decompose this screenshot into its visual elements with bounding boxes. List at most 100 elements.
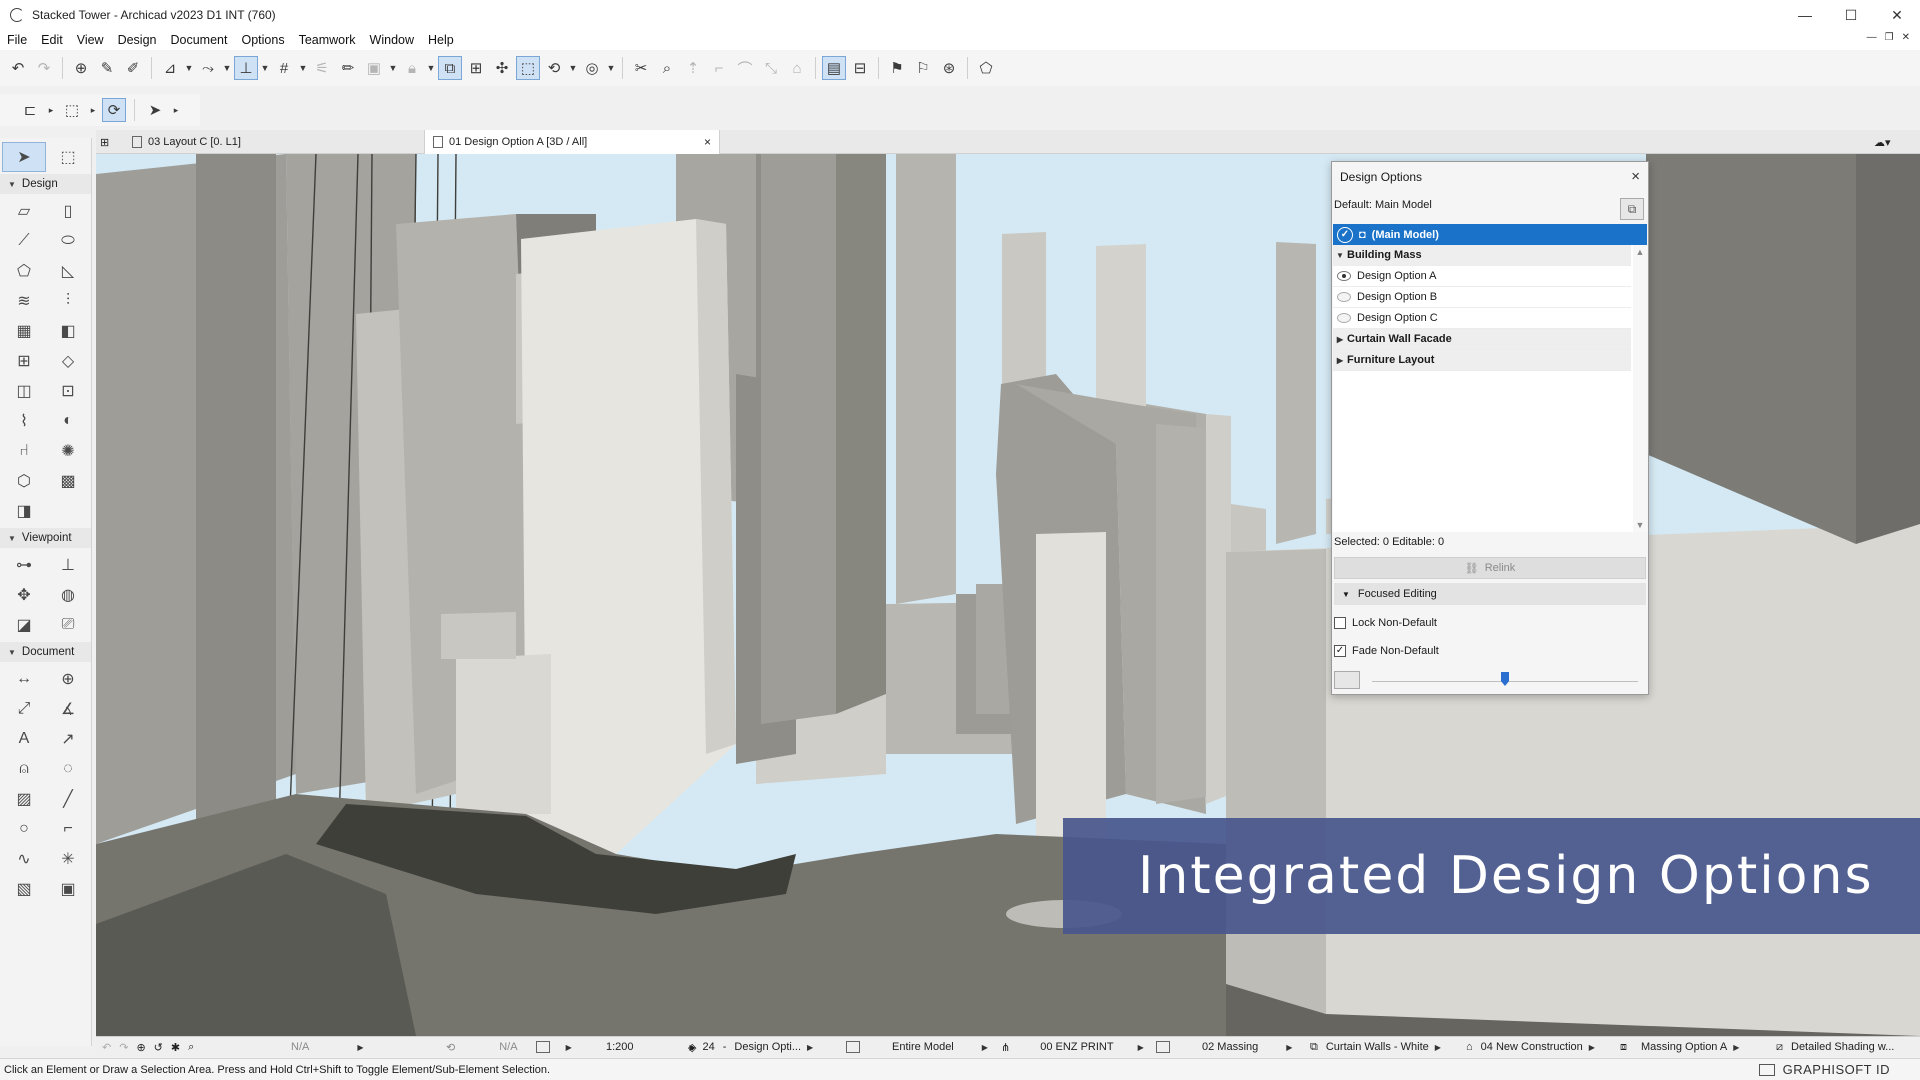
scroll-up-icon[interactable]: ▲	[1633, 247, 1647, 257]
toolbox-section-design[interactable]: ▼ Design	[0, 174, 91, 194]
menu-design[interactable]: Design	[111, 33, 164, 47]
mesh-tool-icon[interactable]: ⌇	[2, 406, 46, 436]
layer-settings-icon[interactable]: ▤	[822, 56, 846, 80]
option-set-curtain-wall-facade[interactable]: ▶ Curtain Wall Facade	[1333, 329, 1631, 350]
curtain-wall-tool-icon[interactable]: ▦	[2, 316, 46, 346]
minimize-button[interactable]: —	[1782, 0, 1828, 30]
chevron-down-icon[interactable]: ▼	[260, 56, 270, 80]
element-filter-icon[interactable]: ⊏	[18, 98, 42, 122]
worksheet-tool-icon[interactable]: ◍	[46, 580, 90, 610]
chevron-right-icon[interactable]: ▸	[88, 98, 98, 122]
arrow-tool[interactable]: ➤	[2, 142, 46, 172]
level-dimension-tool-icon[interactable]: ⊕	[46, 664, 90, 694]
close-icon[interactable]: ×	[1631, 168, 1640, 185]
menu-options[interactable]: Options	[234, 33, 291, 47]
lock-non-default-checkbox[interactable]	[1334, 617, 1346, 629]
spline-tool-icon[interactable]: ∿	[2, 844, 46, 874]
tab-layout-c[interactable]: 03 Layout C [0. L1]	[124, 130, 424, 154]
fade-non-default-checkbox[interactable]: ✓	[1334, 645, 1346, 657]
option-set-building-mass[interactable]: ▼ Building Mass	[1333, 245, 1631, 266]
door-tool-icon[interactable]: ◧	[46, 316, 90, 346]
toolbox-section-viewpoint[interactable]: ▼ Viewpoint	[0, 528, 91, 548]
section-tool-icon[interactable]: ⊶	[2, 550, 46, 580]
grid-element-tool-icon[interactable]: ▩	[46, 466, 90, 496]
marquee-tool[interactable]: ⬚	[46, 142, 90, 172]
scissors-icon[interactable]: ✂	[629, 56, 653, 80]
design-option-b[interactable]: Design Option B	[1333, 287, 1631, 308]
chevron-down-icon[interactable]: ▼	[568, 56, 578, 80]
arrow-tool-icon[interactable]: ➤	[143, 98, 167, 122]
guide-lines-icon[interactable]: ⊿	[158, 56, 182, 80]
menu-view[interactable]: View	[70, 33, 111, 47]
menu-file[interactable]: File	[0, 33, 34, 47]
menu-help[interactable]: Help	[421, 33, 461, 47]
orbit-icon[interactable]: ↺	[154, 1041, 163, 1054]
renovation-filter-field[interactable]: ⌂ 04 New Construction ▶	[1466, 1037, 1595, 1057]
graphic-override-field[interactable]: ⧉ Curtain Walls - White ▶	[1310, 1037, 1441, 1057]
flag-icon[interactable]: ⚑	[885, 56, 909, 80]
hotspot-tool-icon[interactable]: ✳	[46, 844, 90, 874]
option-set-furniture-layout[interactable]: ▶ Furniture Layout	[1333, 350, 1631, 371]
doc-restore-icon[interactable]: ❐	[1885, 32, 1894, 43]
pen-set-field[interactable]: ⋔ 00 ENZ PRINT ▶	[1001, 1037, 1144, 1057]
elevate-icon[interactable]: ⇡	[681, 56, 705, 80]
fade-level-slider[interactable]	[1334, 669, 1646, 691]
cloud-sync-icon[interactable]: ☁▾	[1866, 130, 1914, 154]
scroll-down-icon[interactable]: ▼	[1633, 520, 1647, 530]
graphisoft-id[interactable]: GRAPHISOFT ID	[1783, 1062, 1890, 1077]
lock-icon[interactable]: 🔒︎	[400, 56, 424, 80]
vertical-scrollbar[interactable]: ▲ ▼	[1633, 245, 1647, 532]
design-option-manager-button[interactable]: ⧉	[1620, 198, 1644, 220]
main-model-row[interactable]: ✓ ◘ (Main Model)	[1333, 224, 1647, 245]
chair-tool-icon[interactable]: ⑁	[2, 436, 46, 466]
chevron-down-icon[interactable]: ▼	[606, 56, 616, 80]
menu-document[interactable]: Document	[164, 33, 235, 47]
offset-icon[interactable]: ⌐	[707, 56, 731, 80]
dimension-tool-icon[interactable]: ↔	[2, 664, 46, 694]
circle-tool-icon[interactable]: ○	[2, 814, 46, 844]
object-tool-icon[interactable]: ⊡	[46, 376, 90, 406]
angle-dimension-tool-icon[interactable]: ∡	[46, 694, 90, 724]
detail-tool-icon[interactable]: ◪	[2, 610, 46, 640]
shell-tool-icon[interactable]: ◺	[46, 256, 90, 286]
pencil-icon[interactable]: ✏	[336, 56, 360, 80]
roof-icon[interactable]: ⌂	[785, 56, 809, 80]
chevron-down-icon[interactable]: ▼	[222, 56, 232, 80]
eyedropper-icon[interactable]: ✎	[95, 56, 119, 80]
gravity-icon[interactable]: ⊥	[234, 56, 258, 80]
lamp-tool-icon[interactable]: ✺	[46, 436, 90, 466]
design-option-a[interactable]: Design Option A	[1333, 266, 1631, 287]
undo-view-icon[interactable]: ↶	[102, 1041, 111, 1054]
window-tool-icon[interactable]: ⊞	[2, 346, 46, 376]
curve-icon[interactable]: ⌒	[733, 56, 757, 80]
slider-thumb[interactable]	[1501, 672, 1509, 686]
menu-teamwork[interactable]: Teamwork	[292, 33, 363, 47]
doc-minimize-icon[interactable]: —	[1867, 32, 1877, 43]
design-options-icon[interactable]: ⬠	[974, 56, 998, 80]
polyline-tool-icon[interactable]: ⌐	[46, 814, 90, 844]
fit-in-window-icon[interactable]: ⌕	[188, 1041, 194, 1054]
pick-up-parameters-icon[interactable]: ⊕	[69, 56, 93, 80]
maximize-button[interactable]: ☐	[1828, 0, 1874, 30]
redo-icon[interactable]: ↷	[32, 56, 56, 80]
railing-tool-icon[interactable]: ⫶	[46, 286, 90, 316]
resize-icon[interactable]: ⤡	[759, 56, 783, 80]
eye-hidden-icon[interactable]	[1337, 292, 1351, 302]
fade-non-default-row[interactable]: ✓ Fade Non-Default	[1334, 641, 1439, 661]
explode-icon[interactable]: ✣	[490, 56, 514, 80]
rotate-selection-icon[interactable]: ⟳	[102, 98, 126, 122]
doc-close-icon[interactable]: ✕	[1902, 32, 1910, 43]
grid-snap-icon[interactable]: #	[272, 56, 296, 80]
figure-tool-icon[interactable]: ▧	[2, 874, 46, 904]
undo-icon[interactable]: ↶	[6, 56, 30, 80]
elevation-tool-icon[interactable]: ⊥	[46, 550, 90, 580]
chevron-down-icon[interactable]: ▼	[298, 56, 308, 80]
tab-design-option-a[interactable]: 01 Design Option A [3D / All] ×	[424, 130, 720, 154]
fill-tool-icon[interactable]: ▨	[2, 784, 46, 814]
morph-tool-icon[interactable]: ◐	[46, 406, 90, 436]
marquee-3d-icon[interactable]: ⬚	[516, 56, 540, 80]
marker-tool-icon[interactable]: ⍝	[2, 754, 46, 784]
wall-end-tool-icon[interactable]: ◨	[2, 496, 46, 526]
chevron-down-icon[interactable]: ▼	[426, 56, 436, 80]
model-view-field[interactable]: Entire Model ▶	[846, 1037, 988, 1057]
